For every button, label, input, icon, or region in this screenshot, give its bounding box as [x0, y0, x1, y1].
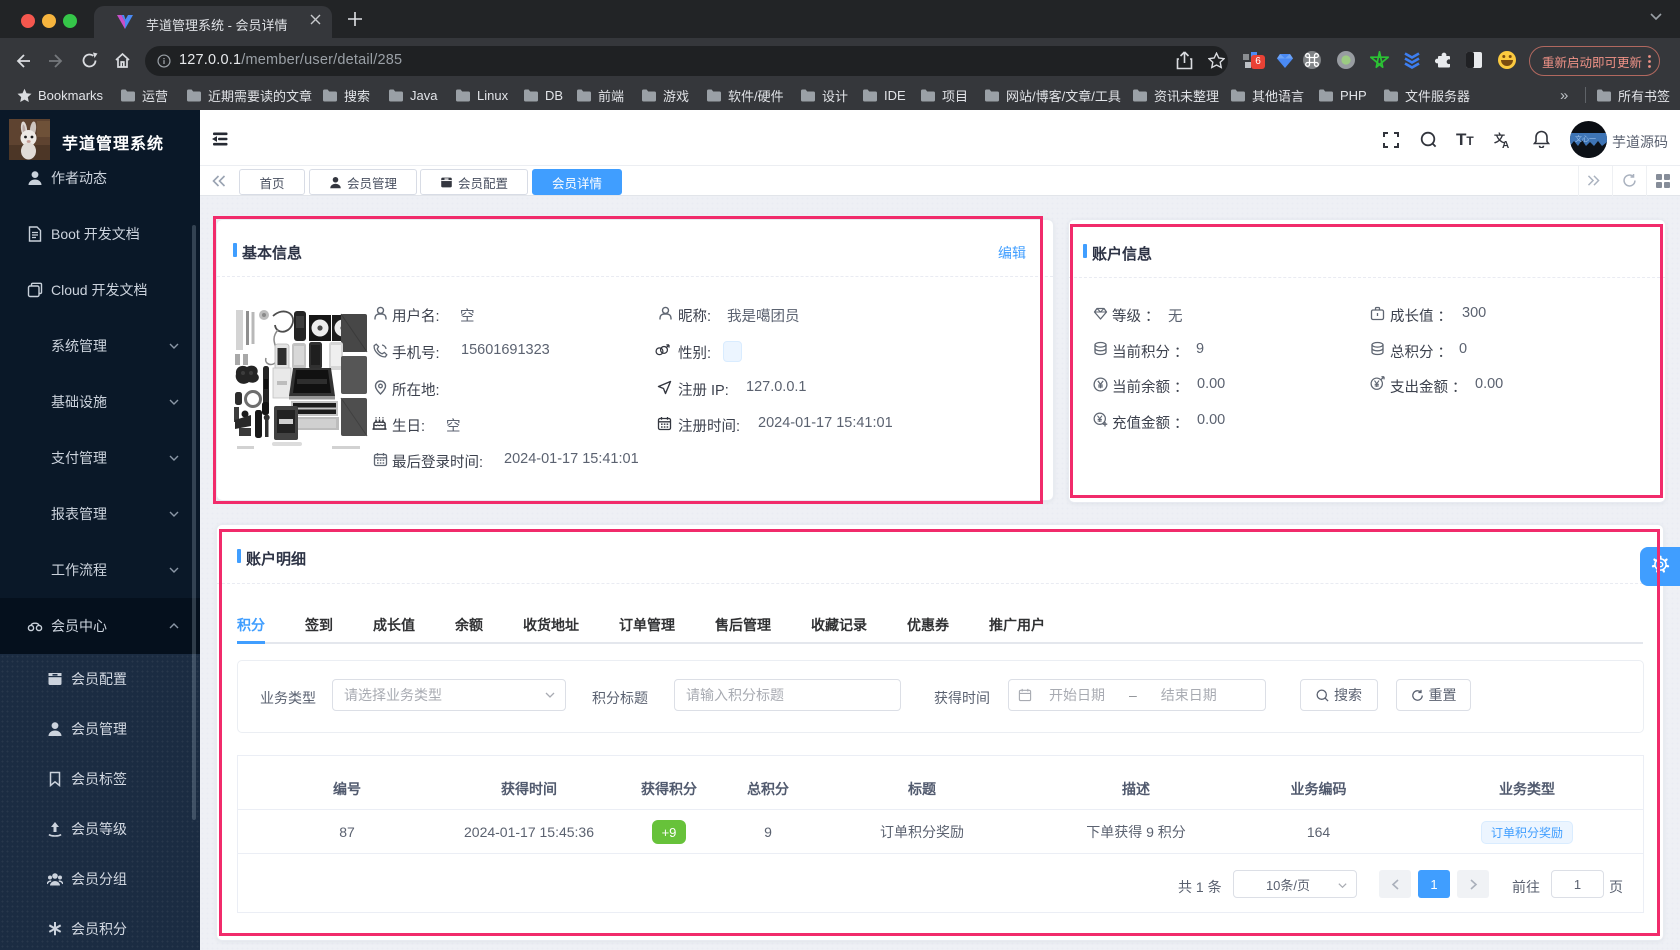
svg-text:文心一: 文心一: [1575, 134, 1596, 143]
svg-text:A: A: [1502, 140, 1509, 149]
